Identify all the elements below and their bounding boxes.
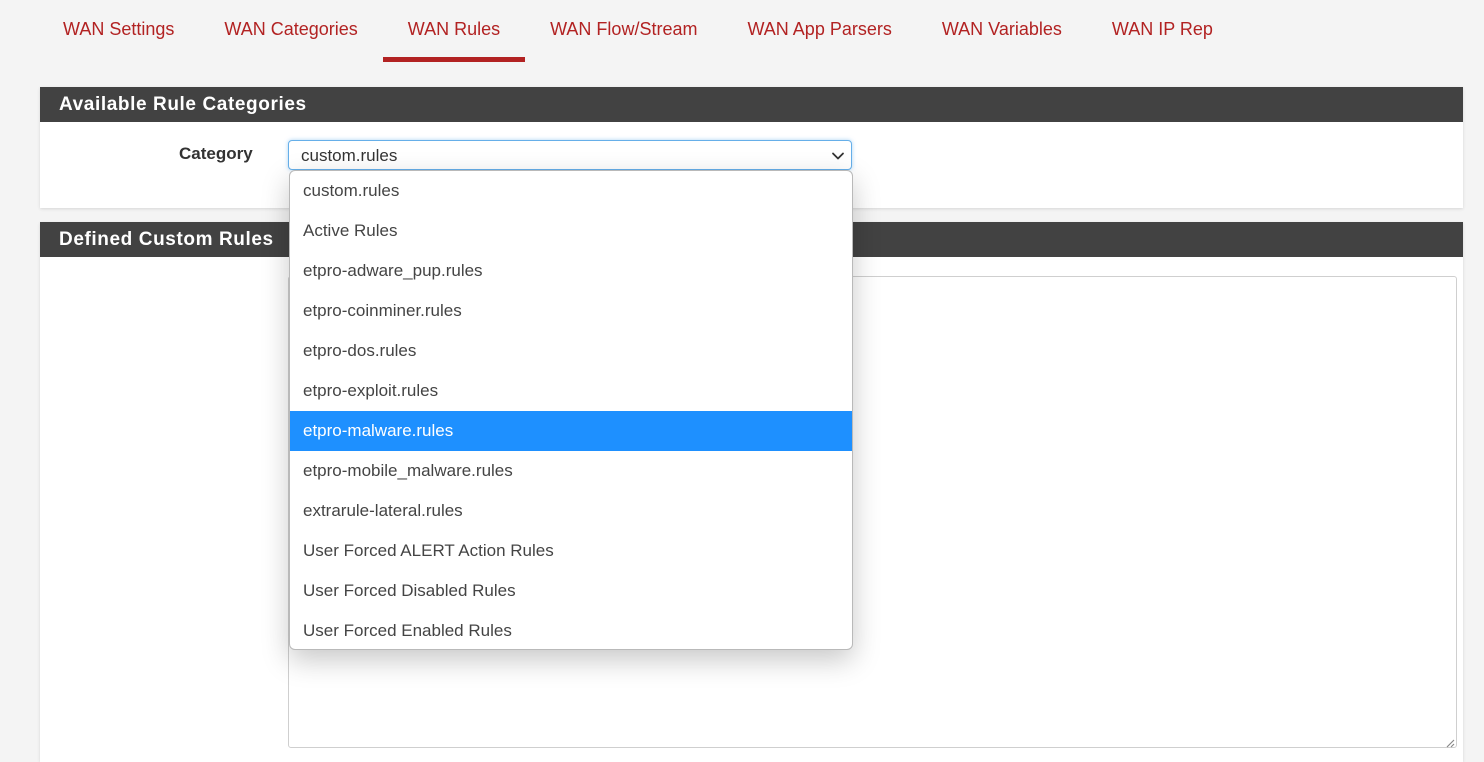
tab-wan-settings[interactable]: WAN Settings	[38, 0, 199, 62]
resize-grip-icon[interactable]	[1444, 735, 1455, 748]
tab-wan-variables[interactable]: WAN Variables	[917, 0, 1087, 62]
dropdown-option[interactable]: extrarule-lateral.rules	[290, 491, 852, 531]
category-label: Category	[179, 144, 253, 163]
dropdown-option[interactable]: etpro-mobile_malware.rules	[290, 451, 852, 491]
dropdown-option[interactable]: etpro-dos.rules	[290, 331, 852, 371]
panel-title-rule-categories: Available Rule Categories	[40, 87, 1463, 122]
dropdown-option[interactable]: User Forced Disabled Rules	[290, 571, 852, 611]
tab-wan-ip-rep[interactable]: WAN IP Rep	[1087, 0, 1238, 62]
dropdown-option[interactable]: Active Rules	[290, 211, 852, 251]
tab-wan-rules[interactable]: WAN Rules	[382, 0, 526, 62]
chevron-down-icon	[831, 149, 845, 163]
dropdown-option[interactable]: etpro-exploit.rules	[290, 371, 852, 411]
category-dropdown-list: custom.rules Active Rules etpro-adware_p…	[289, 170, 853, 650]
category-select[interactable]: custom.rules	[288, 140, 852, 170]
dropdown-option[interactable]: User Forced ALERT Action Rules	[290, 531, 852, 571]
dropdown-option[interactable]: etpro-coinminer.rules	[290, 291, 852, 331]
tab-wan-flow-stream[interactable]: WAN Flow/Stream	[525, 0, 722, 62]
tab-wan-categories[interactable]: WAN Categories	[199, 0, 382, 62]
dropdown-option[interactable]: User Forced Enabled Rules	[290, 611, 852, 649]
tab-bar: WAN Settings WAN Categories WAN Rules WA…	[38, 0, 1238, 62]
dropdown-option[interactable]: etpro-adware_pup.rules	[290, 251, 852, 291]
tab-wan-app-parsers[interactable]: WAN App Parsers	[722, 0, 916, 62]
dropdown-option[interactable]: custom.rules	[290, 171, 852, 211]
category-select-value: custom.rules	[301, 146, 398, 165]
dropdown-option[interactable]: etpro-malware.rules	[290, 411, 852, 451]
